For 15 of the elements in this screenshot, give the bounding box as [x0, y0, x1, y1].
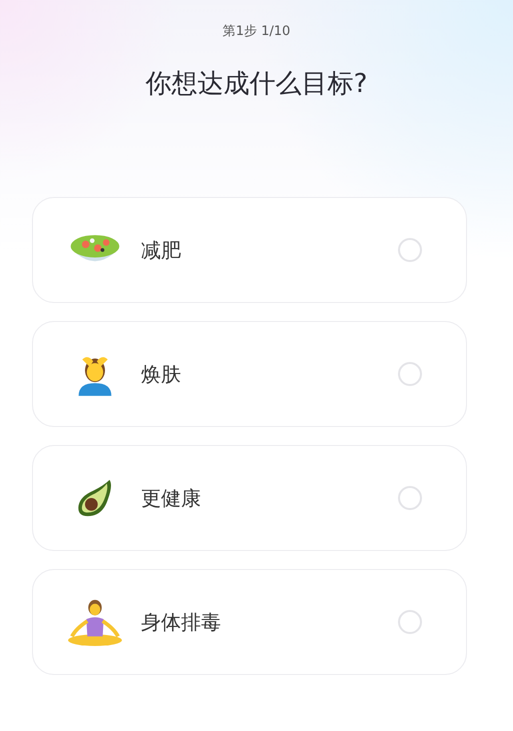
radio-button[interactable] [398, 362, 422, 386]
option-label: 身体排毒 [141, 608, 222, 636]
option-card[interactable]: 更健康 [32, 445, 467, 551]
option-card[interactable]: 焕肤 [32, 321, 467, 427]
radio-button[interactable] [398, 238, 422, 262]
option-card[interactable]: 身体排毒 [32, 569, 467, 675]
option-label: 更健康 [141, 484, 202, 512]
option-label: 焕肤 [141, 360, 182, 388]
option-label: 减肥 [141, 236, 182, 264]
step-counter: 第1步 1/10 [222, 23, 290, 40]
radio-button[interactable] [398, 610, 422, 634]
question-title: 你想达成什么目标? [146, 68, 368, 101]
radio-button[interactable] [398, 486, 422, 510]
option-card[interactable]: 减肥 [32, 197, 467, 303]
yoga-figure-icon [66, 598, 124, 646]
